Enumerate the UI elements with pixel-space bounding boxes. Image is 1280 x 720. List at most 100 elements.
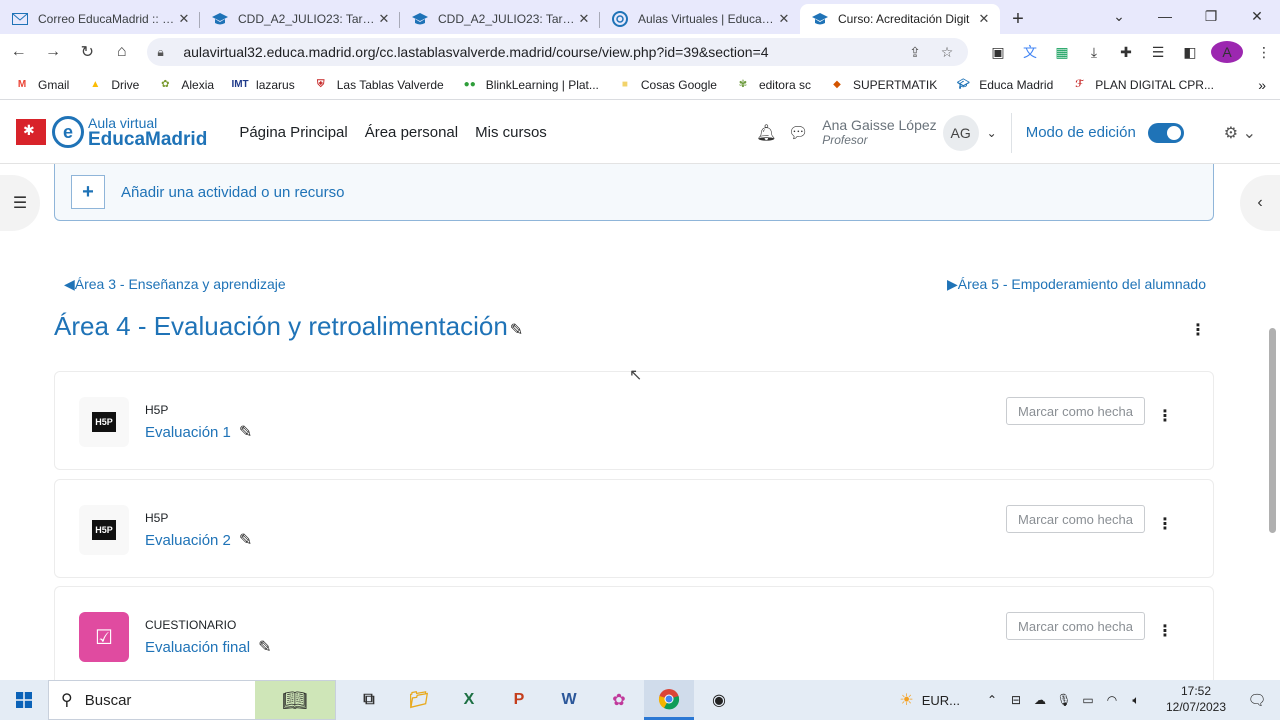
- windows-start-icon[interactable]: [0, 680, 48, 720]
- bookmark-educa-madrid[interactable]: 🎓︎ Educa Madrid: [955, 78, 1053, 92]
- browser-tab-tarea-1[interactable]: CDD_A2_JULIO23: Tarea p ✕: [200, 4, 400, 34]
- tray-overflow-chevron-icon[interactable]: ⌃: [980, 693, 1004, 707]
- powerpoint-icon[interactable]: P: [494, 680, 544, 720]
- pencil-edit-icon[interactable]: ✎: [239, 532, 252, 549]
- mark-as-done-button[interactable]: Marcar como hecha: [1006, 397, 1145, 425]
- restore-icon[interactable]: ❐: [1188, 0, 1234, 32]
- notification-center-icon[interactable]: 🗨︎: [1234, 691, 1280, 709]
- close-icon[interactable]: ✕: [776, 11, 792, 27]
- browser-tab-mail[interactable]: Correo EducaMadrid :: Ent ✕: [0, 4, 200, 34]
- close-icon[interactable]: ✕: [576, 11, 592, 27]
- mark-as-done-button[interactable]: Marcar como hecha: [1006, 612, 1145, 640]
- wifi-icon[interactable]: ◠: [1100, 693, 1124, 707]
- messages-chat-icon[interactable]: 💬︎: [782, 123, 814, 143]
- user-info[interactable]: Ana Gaisse López Profesor: [822, 117, 936, 147]
- previous-section-link[interactable]: ◀Área 3 - Enseñanza y aprendizaje: [64, 276, 286, 293]
- plus-icon[interactable]: +: [71, 175, 105, 209]
- sheets-extension-icon[interactable]: ▦: [1046, 44, 1078, 61]
- browser-tab-aulas-virtuales[interactable]: Aulas Virtuales | EducaMa ✕: [600, 4, 800, 34]
- paint-3d-icon[interactable]: ✿: [594, 680, 644, 720]
- add-activity-label[interactable]: Añadir una actividad o un recurso: [121, 184, 344, 201]
- reading-list-icon[interactable]: ☰: [1142, 44, 1174, 61]
- page-scrollbar[interactable]: [1269, 328, 1276, 533]
- taskbar-clock[interactable]: 17:52 12/07/2023: [1158, 684, 1234, 715]
- window-close-icon[interactable]: ✕: [1234, 0, 1280, 32]
- home-icon[interactable]: ⌂: [106, 36, 137, 68]
- edit-mode-toggle[interactable]: [1147, 122, 1184, 143]
- close-icon[interactable]: ✕: [376, 11, 392, 27]
- nav-mis-cursos[interactable]: Mis cursos: [475, 124, 547, 141]
- activity-name[interactable]: Evaluación 1: [145, 424, 231, 441]
- close-icon[interactable]: ✕: [976, 11, 992, 27]
- activity-menu-kebab-icon[interactable]: ⋮: [1157, 514, 1173, 534]
- taskbar-search-box[interactable]: ⚲ Buscar 📖︎: [48, 680, 336, 720]
- bookmark-drive[interactable]: ▲ Drive: [87, 78, 139, 92]
- pencil-edit-icon[interactable]: ✎: [239, 424, 252, 441]
- nav-pagina-principal[interactable]: Página Principal: [239, 124, 347, 141]
- side-panel-icon[interactable]: ◧: [1174, 44, 1206, 61]
- battery-icon[interactable]: ▭: [1076, 693, 1100, 707]
- microphone-icon[interactable]: 🎙︎: [1052, 693, 1076, 707]
- educamadrid-logo[interactable]: e Aula virtual EducaMadrid: [16, 116, 207, 149]
- weather-widget[interactable]: ☀ EUR...: [899, 690, 960, 710]
- bookmark-supertmatik[interactable]: ◆ SUPERTMATIK: [829, 78, 937, 92]
- back-arrow-icon[interactable]: ←: [3, 36, 34, 68]
- bookmark-star-icon[interactable]: ☆: [936, 44, 958, 61]
- tab-search-chevron-icon[interactable]: ⌄: [1096, 0, 1142, 32]
- screen-recorder-icon[interactable]: ◉: [694, 680, 744, 720]
- minimize-icon[interactable]: —: [1142, 0, 1188, 32]
- onedrive-cloud-icon[interactable]: ☁: [1028, 693, 1052, 707]
- activity-menu-kebab-icon[interactable]: ⋮: [1157, 621, 1173, 641]
- notifications-bell-icon[interactable]: 🔔︎: [750, 123, 782, 143]
- lock-icon[interactable]: 🔒︎: [157, 45, 173, 60]
- activity-name-link[interactable]: Evaluación final ✎: [145, 637, 271, 657]
- activity-menu-kebab-icon[interactable]: ⋮: [1157, 406, 1173, 426]
- new-tab-button[interactable]: +: [1000, 4, 1036, 34]
- puzzle-extensions-icon[interactable]: ✚: [1110, 44, 1142, 61]
- bookmark-cosas-google[interactable]: ■ Cosas Google: [617, 78, 717, 92]
- browser-tab-curso-active[interactable]: Curso: Acreditación Digit ✕: [800, 4, 1000, 34]
- chrome-icon[interactable]: [644, 680, 694, 720]
- bookmark-editora[interactable]: ✾ editora sc: [735, 78, 811, 92]
- screen-capture-extension-icon[interactable]: ▣: [982, 44, 1014, 61]
- next-section-link[interactable]: ▶Área 5 - Empoderamiento del alumnado: [947, 276, 1206, 293]
- activity-name-link[interactable]: Evaluación 1 ✎: [145, 422, 252, 442]
- share-icon[interactable]: ⇪: [904, 44, 926, 61]
- bookmark-blinklearning[interactable]: ●● BlinkLearning | Plat...: [462, 78, 599, 92]
- bookmark-plan-digital[interactable]: ℱ PLAN DIGITAL CPR...: [1071, 78, 1214, 92]
- block-drawer-toggle[interactable]: ‹: [1240, 175, 1280, 231]
- pencil-edit-icon[interactable]: ✎: [258, 639, 271, 656]
- word-icon[interactable]: W: [544, 680, 594, 720]
- excel-icon[interactable]: X: [444, 680, 494, 720]
- course-index-drawer-toggle[interactable]: ☰: [0, 175, 40, 231]
- file-explorer-icon[interactable]: 📁︎: [394, 680, 444, 720]
- volume-icon[interactable]: 🔈︎: [1124, 693, 1148, 708]
- bookmark-alexia[interactable]: ✿ Alexia: [157, 78, 214, 92]
- user-avatar[interactable]: AG: [942, 114, 979, 151]
- reload-icon[interactable]: ↻: [72, 36, 103, 68]
- bookmark-gmail[interactable]: M Gmail: [14, 78, 70, 92]
- task-view-icon[interactable]: ⧉: [344, 680, 394, 720]
- tray-app-icon[interactable]: ⊟: [1004, 693, 1028, 707]
- forward-arrow-icon[interactable]: →: [37, 36, 68, 68]
- close-icon[interactable]: ✕: [176, 11, 192, 27]
- address-bar[interactable]: 🔒︎ aulavirtual32.educa.madrid.org/cc.las…: [147, 38, 969, 66]
- bookmark-lazarus[interactable]: IMT lazarus: [231, 78, 294, 92]
- bookmark-las-tablas[interactable]: ⛨ Las Tablas Valverde: [313, 78, 444, 92]
- mark-as-done-button[interactable]: Marcar como hecha: [1006, 505, 1145, 533]
- download-extension-icon[interactable]: ⤓: [1078, 44, 1110, 61]
- activity-name-link[interactable]: Evaluación 2 ✎: [145, 530, 252, 550]
- browser-tab-tarea-2[interactable]: CDD_A2_JULIO23: Tarea p ✕: [400, 4, 600, 34]
- activity-name[interactable]: Evaluación 2: [145, 532, 231, 549]
- add-activity-box[interactable]: + Añadir una actividad o un recurso: [54, 164, 1214, 221]
- nav-area-personal[interactable]: Área personal: [365, 124, 458, 141]
- section-menu-kebab-icon[interactable]: ⋮: [1190, 320, 1206, 340]
- bookmarks-overflow-icon[interactable]: »: [1258, 77, 1266, 93]
- browser-menu-icon[interactable]: ⋮: [1248, 44, 1280, 61]
- pencil-edit-icon[interactable]: ✎: [510, 322, 523, 339]
- accessibility-settings-icon[interactable]: ⚙ ⌄: [1224, 123, 1256, 143]
- activity-name[interactable]: Evaluación final: [145, 639, 250, 656]
- chevron-down-icon[interactable]: ⌄: [987, 126, 997, 140]
- profile-avatar[interactable]: A: [1211, 41, 1244, 63]
- translate-extension-icon[interactable]: 文: [1014, 42, 1046, 62]
